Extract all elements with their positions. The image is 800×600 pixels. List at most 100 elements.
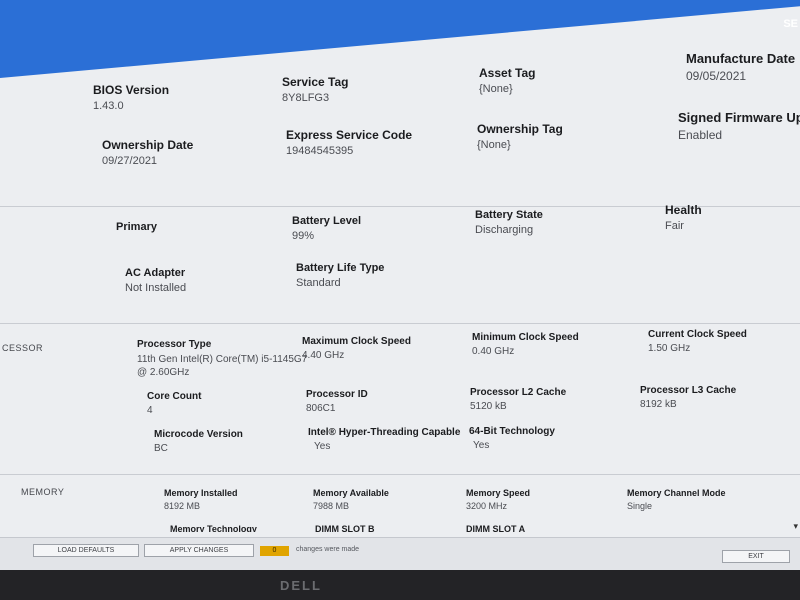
core-count-label: Core Count: [147, 391, 202, 402]
load-defaults-button[interactable]: LOAD DEFAULTS: [33, 544, 139, 557]
hyperthreading-label: Intel® Hyper-Threading Capable: [308, 427, 461, 438]
service-tag-field: Service Tag 8Y8LFG3: [282, 75, 348, 104]
battery-state-field: Battery State Discharging: [475, 209, 543, 236]
memory-speed-label: Memory Speed: [466, 488, 531, 498]
l2-cache-label: Processor L2 Cache: [470, 387, 567, 398]
scroll-down-arrow-icon[interactable]: ▾: [793, 521, 798, 532]
min-clock-value: 0.40 GHz: [472, 346, 515, 357]
bios-version-label: BIOS Version: [93, 83, 170, 97]
dimm-slot-a-label: DIMM SLOT A: [466, 524, 526, 532]
memory-available-value: 7988 MB: [313, 501, 350, 511]
express-service-code-field: Express Service Code 19484545395: [286, 128, 412, 157]
microcode-field: Microcode Version BC: [154, 429, 243, 454]
express-service-code-label: Express Service Code: [286, 128, 413, 142]
brand-logo: DELL: [280, 578, 322, 593]
manufacture-date-label: Manufacture Date: [686, 51, 796, 66]
battery-level-label: Battery Level: [292, 215, 362, 227]
ac-adapter-label: AC Adapter: [125, 267, 186, 279]
battery-health-label: Health: [665, 203, 702, 217]
ownership-tag-field: Ownership Tag {None}: [477, 122, 563, 151]
processor-id-value: 806C1: [306, 403, 336, 414]
memory-section-label: MEMORY: [21, 487, 65, 497]
64bit-label: 64-Bit Technology: [469, 426, 555, 437]
battery-life-type-value: Standard: [296, 277, 341, 289]
memory-available-label: Memory Available: [313, 488, 389, 498]
hyperthreading-value: Yes: [314, 441, 331, 452]
bios-screen: SE BIOS Version 1.43.0 Service Tag 8Y8LF…: [0, 0, 800, 570]
primary-battery-field: Primary: [116, 221, 157, 233]
manufacture-date-value: 09/05/2021: [686, 69, 747, 83]
battery-state-label: Battery State: [475, 209, 543, 221]
current-clock-value: 1.50 GHz: [648, 343, 691, 354]
exit-button[interactable]: EXIT: [722, 550, 790, 563]
min-clock-label: Minimum Clock Speed: [472, 332, 579, 343]
signed-firmware-field: Signed Firmware Upd Enabled: [678, 110, 800, 142]
battery-level-field: Battery Level 99%: [292, 215, 361, 242]
ownership-date-field: Ownership Date 09/27/2021: [102, 138, 193, 167]
l2-cache-field: Processor L2 Cache 5120 kB: [470, 387, 566, 412]
64bit-value: Yes: [473, 440, 490, 451]
header-section-label: SE: [783, 18, 798, 30]
primary-battery-label: Primary: [116, 221, 157, 233]
l3-cache-field: Processor L3 Cache 8192 kB: [640, 385, 736, 410]
dimm-slot-b-label: DIMM SLOT B: [315, 524, 375, 532]
processor-id-label: Processor ID: [306, 389, 368, 400]
memory-speed-field: Memory Speed 3200 MHz: [466, 488, 530, 511]
service-tag-value: 8Y8LFG3: [282, 92, 330, 104]
l2-cache-value: 5120 kB: [470, 401, 507, 412]
processor-type-value: 11th Gen Intel(R) Core(TM) i5-1145G7 @ 2…: [137, 354, 308, 378]
service-tag-label: Service Tag: [282, 75, 349, 89]
memory-installed-field: Memory Installed 8192 MB: [164, 488, 238, 511]
bios-version-field: BIOS Version 1.43.0: [93, 83, 169, 112]
dimm-slot-a-field: DIMM SLOT A: [466, 524, 525, 532]
current-clock-label: Current Clock Speed: [648, 329, 747, 340]
apply-changes-button[interactable]: APPLY CHANGES: [144, 544, 254, 557]
memory-channel-mode-field: Memory Channel Mode Single: [627, 488, 726, 511]
memory-technology-field: Memory Technology: [170, 524, 257, 532]
asset-tag-label: Asset Tag: [479, 66, 536, 80]
asset-tag-value: {None}: [479, 83, 513, 95]
battery-health-value: Fair: [665, 220, 684, 232]
dimm-slot-b-field: DIMM SLOT B: [315, 524, 375, 532]
asset-tag-field: Asset Tag {None}: [479, 66, 535, 95]
microcode-label: Microcode Version: [154, 429, 243, 440]
current-clock-field: Current Clock Speed 1.50 GHz: [648, 329, 747, 354]
microcode-value: BC: [154, 443, 168, 454]
battery-state-value: Discharging: [475, 224, 534, 236]
l3-cache-value: 8192 kB: [640, 399, 677, 410]
max-clock-label: Maximum Clock Speed: [302, 336, 411, 347]
signed-firmware-value: Enabled: [678, 128, 723, 142]
memory-technology-label: Memory Technology: [170, 524, 257, 532]
hyperthreading-field: Intel® Hyper-Threading Capable Yes: [308, 427, 460, 452]
64bit-field: 64-Bit Technology Yes: [469, 426, 555, 451]
memory-channel-mode-label: Memory Channel Mode: [627, 488, 726, 498]
header-bar: [0, 0, 800, 78]
core-count-value: 4: [147, 405, 153, 416]
memory-installed-value: 8192 MB: [164, 501, 201, 511]
processor-type-field: Processor Type 11th Gen Intel(R) Core(TM…: [137, 339, 312, 379]
battery-life-type-label: Battery Life Type: [296, 262, 385, 274]
memory-available-field: Memory Available 7988 MB: [313, 488, 389, 511]
footer-bar: LOAD DEFAULTS APPLY CHANGES 0 changes we…: [0, 537, 800, 570]
ownership-date-value: 09/27/2021: [102, 155, 158, 167]
express-service-code-value: 19484545395: [286, 145, 354, 157]
signed-firmware-label: Signed Firmware Upd: [678, 110, 800, 125]
ac-adapter-field: AC Adapter Not Installed: [125, 267, 186, 294]
ownership-date-label: Ownership Date: [102, 138, 194, 152]
manufacture-date-field: Manufacture Date 09/05/2021: [686, 51, 795, 83]
min-clock-field: Minimum Clock Speed 0.40 GHz: [472, 332, 579, 357]
max-clock-field: Maximum Clock Speed 4.40 GHz: [302, 336, 411, 361]
ownership-tag-value: {None}: [477, 139, 511, 151]
battery-life-type-field: Battery Life Type Standard: [296, 262, 384, 289]
core-count-field: Core Count 4: [147, 391, 201, 416]
section-divider: [0, 474, 800, 475]
bios-version-value: 1.43.0: [93, 100, 124, 112]
memory-channel-mode-value: Single: [627, 501, 653, 511]
laptop-bezel: DELL: [0, 570, 800, 600]
changes-status-text: changes were made: [296, 546, 360, 553]
changes-count-badge: 0: [260, 546, 289, 556]
processor-type-label: Processor Type: [137, 339, 212, 350]
battery-health-field: Health Fair: [665, 203, 702, 232]
max-clock-value: 4.40 GHz: [302, 350, 345, 361]
processor-section-label: CESSOR: [2, 343, 44, 353]
